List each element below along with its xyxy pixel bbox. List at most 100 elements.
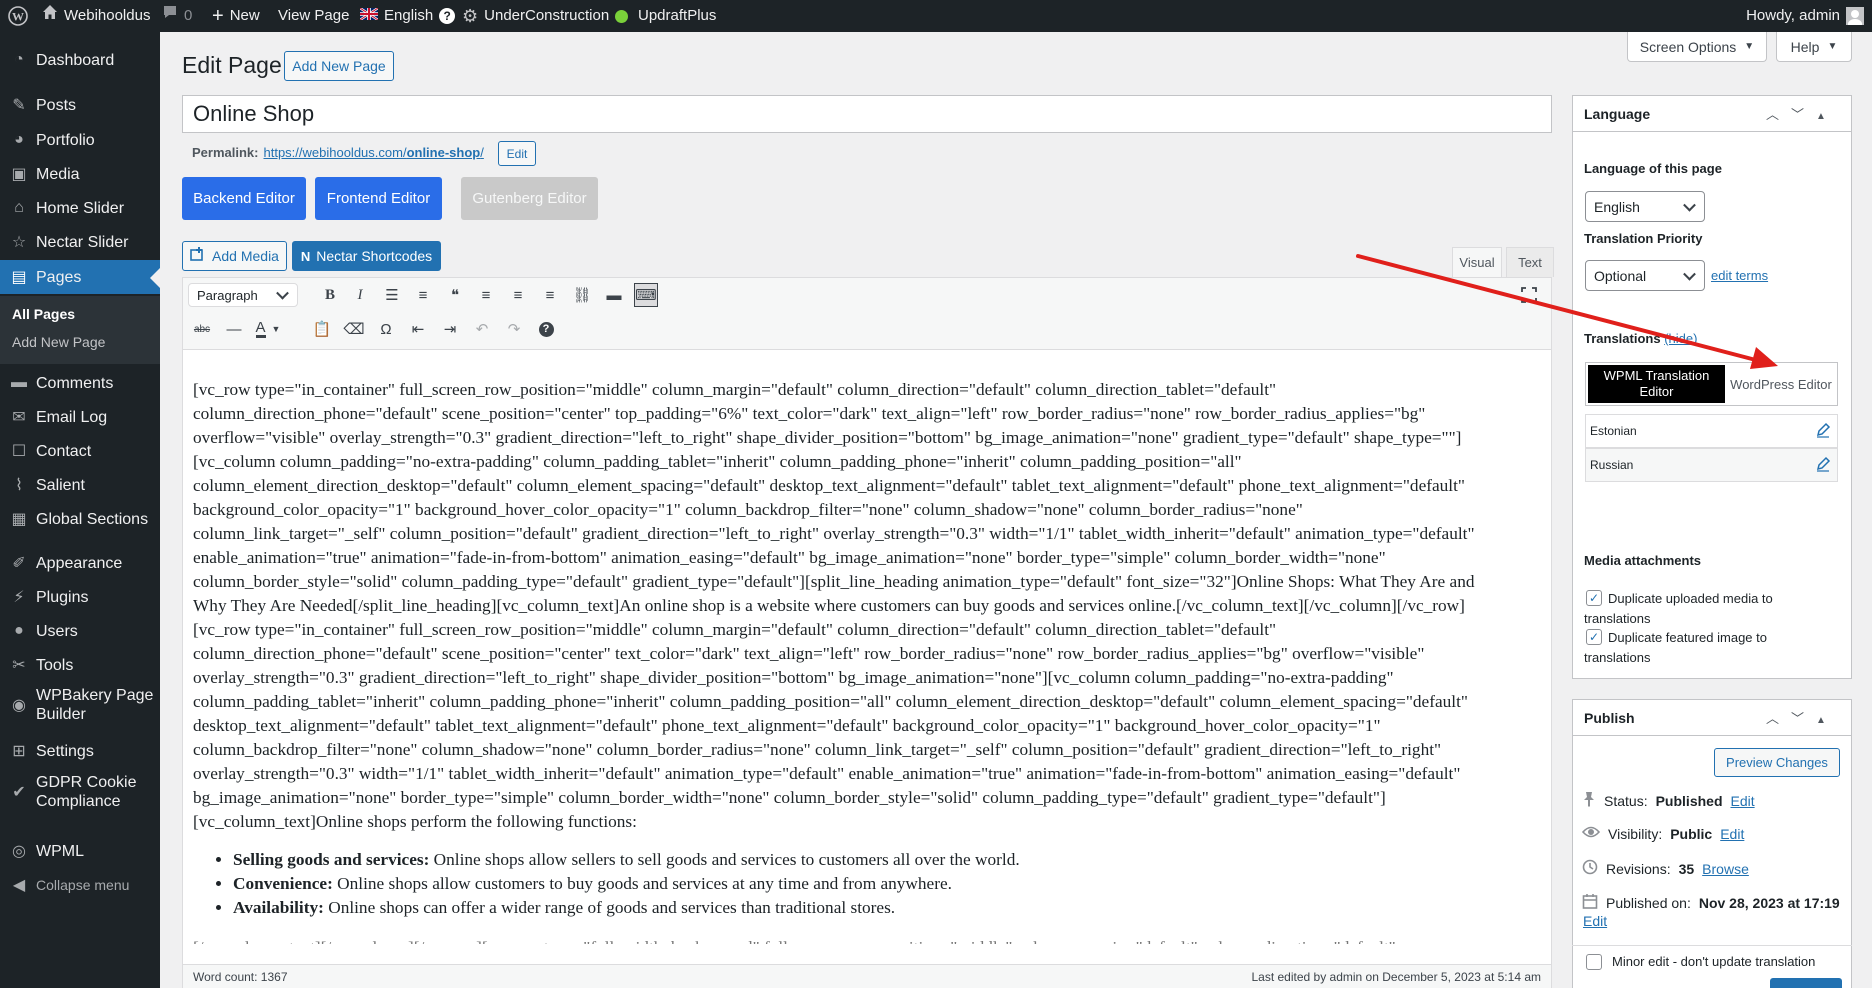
duplicate-media-label: Duplicate uploaded media to translations — [1584, 591, 1773, 626]
align-center-icon[interactable]: ≡ — [506, 283, 530, 307]
align-left-icon[interactable]: ≡ — [474, 283, 498, 307]
submenu-add-new-page[interactable]: Add New Page — [12, 334, 105, 350]
minor-edit-checkbox[interactable] — [1586, 954, 1602, 970]
edit-terms-link[interactable]: edit terms — [1711, 268, 1768, 283]
sidebar-item-collapse-menu[interactable]: ◀ Collapse menu — [0, 868, 160, 902]
format-select[interactable]: Paragraph — [188, 283, 298, 307]
keyboard-help-icon[interactable]: ? — [534, 317, 558, 341]
horizontal-line-icon[interactable]: — — [222, 317, 246, 341]
gutenberg-editor-button[interactable]: Gutenberg Editor — [461, 177, 598, 220]
chevron-up-icon[interactable]: ︿ — [1766, 711, 1791, 726]
preview-changes-button[interactable]: Preview Changes — [1714, 748, 1840, 777]
sidebar-item-settings[interactable]: ⊞ Settings — [0, 734, 160, 768]
comments-link[interactable]: 0 — [162, 0, 192, 32]
browse-revisions-link[interactable]: Browse — [1702, 861, 1749, 877]
bullet-list-icon[interactable]: ☰ — [380, 283, 404, 307]
status-dot-icon — [615, 9, 629, 23]
visibility-edit-link[interactable]: Edit — [1720, 826, 1744, 842]
editor-content[interactable]: [vc_row type="in_container" full_screen_… — [183, 350, 1551, 944]
pencil-icon[interactable] — [1815, 422, 1831, 443]
link-icon[interactable]: ⛓ — [570, 283, 594, 307]
svg-text:W: W — [12, 10, 24, 24]
sidebar-item-tools[interactable]: ✂ Tools — [0, 648, 160, 682]
sidebar-item-gdpr-cookie-compliance[interactable]: ✔ GDPR Cookie Compliance — [0, 770, 160, 814]
view-page-link[interactable]: View Page — [278, 0, 349, 32]
sidebar-item-users[interactable]: ● Users — [0, 614, 160, 648]
toggle-icon[interactable]: ▲ — [1816, 111, 1838, 122]
toggle-icon[interactable]: ▲ — [1816, 715, 1838, 726]
box-controls[interactable]: ︿﹀▲ — [1766, 104, 1838, 123]
chevron-up-icon[interactable]: ︿ — [1766, 107, 1791, 122]
published-on-edit-link[interactable]: Edit — [1583, 913, 1607, 929]
permalink-link[interactable]: https://webihooldus.com/online-shop/ — [263, 145, 483, 160]
submenu-all-pages[interactable]: All Pages — [12, 306, 75, 322]
account-menu[interactable]: Howdy, admin — [1746, 0, 1864, 32]
tab-visual[interactable]: Visual — [1452, 247, 1502, 277]
sidebar-item-salient[interactable]: ⌇ Salient — [0, 468, 160, 502]
updraftplus-link[interactable]: UpdraftPlus — [638, 0, 716, 32]
translation-priority-select[interactable]: Optional — [1585, 260, 1705, 291]
sidebar-item-wpml[interactable]: ◎ WPML — [0, 834, 160, 868]
redo-icon[interactable]: ↷ — [502, 317, 526, 341]
sidebar-item-media[interactable]: ▣ Media — [0, 157, 160, 191]
sidebar-item-dashboard[interactable]: ◔ Dashboard — [0, 43, 160, 77]
sidebar-item-portfolio[interactable]: ◕ Portfolio — [0, 123, 160, 157]
wpml-icon: ◎ — [12, 843, 26, 860]
screen-options-button[interactable]: Screen Options ▼ — [1627, 32, 1767, 62]
read-more-icon[interactable]: ▬ — [602, 283, 626, 307]
wordpress-editor-option[interactable]: WordPress Editor — [1727, 365, 1835, 403]
backend-editor-button[interactable]: Backend Editor — [182, 177, 306, 220]
permalink-edit-button[interactable]: Edit — [498, 141, 536, 166]
paste-text-icon[interactable]: 📋 — [310, 317, 334, 341]
sidebar-item-contact[interactable]: ☐ Contact — [0, 434, 160, 468]
sidebar-item-label: Dashboard — [36, 51, 115, 69]
add-media-button[interactable]: Add Media — [182, 241, 287, 271]
sidebar-item-nectar-slider[interactable]: ☆ Nectar Slider — [0, 225, 160, 259]
new-content-link[interactable]: + New — [212, 0, 260, 32]
update-button[interactable] — [1770, 978, 1842, 988]
sidebar-item-posts[interactable]: ✎ Posts — [0, 88, 160, 122]
blockquote-icon[interactable]: ❝ — [443, 283, 467, 307]
chevron-down-icon[interactable]: ﹀ — [1791, 107, 1816, 122]
sidebar-item-comments[interactable]: ▬ Comments — [0, 366, 160, 400]
sidebar-item-pages[interactable]: ▤ Pages — [0, 260, 160, 294]
add-new-page-button[interactable]: Add New Page — [284, 51, 394, 81]
published-on-row: Published on: Nov 28, 2023 at 17:19 — [1582, 893, 1840, 912]
chevron-down-icon[interactable]: ﹀ — [1791, 711, 1816, 726]
language-switcher[interactable]: English ? — [359, 0, 456, 32]
sidebar-item-appearance[interactable]: ✐ Appearance — [0, 546, 160, 580]
hide-translations-link[interactable]: (hide) — [1664, 331, 1697, 346]
special-char-icon[interactable]: Ω — [374, 317, 398, 341]
clear-format-icon[interactable]: ⌫ — [342, 317, 366, 341]
fullscreen-icon[interactable] — [1517, 283, 1541, 307]
undo-icon[interactable]: ↶ — [470, 317, 494, 341]
outdent-icon[interactable]: ⇤ — [406, 317, 430, 341]
frontend-editor-button[interactable]: Frontend Editor — [315, 177, 442, 220]
title-input[interactable]: Online Shop — [182, 95, 1552, 133]
numbered-list-icon[interactable]: ≡ — [411, 283, 435, 307]
help-button[interactable]: Help ▼ — [1776, 32, 1852, 62]
indent-icon[interactable]: ⇥ — [438, 317, 462, 341]
site-name-link[interactable]: Webihooldus — [42, 0, 150, 32]
pencil-icon[interactable] — [1815, 456, 1831, 477]
under-construction-link[interactable]: ⚙ UnderConstruction — [462, 0, 629, 32]
wpml-translation-editor-option[interactable]: WPML Translation Editor — [1588, 365, 1725, 403]
toolbar-toggle-icon[interactable]: ⌨ — [634, 283, 658, 307]
strikethrough-icon[interactable]: abc — [190, 317, 214, 341]
sidebar-item-plugins[interactable]: ⚡ Plugins — [0, 580, 160, 614]
nectar-shortcodes-button[interactable]: N Nectar Shortcodes — [292, 241, 441, 271]
sidebar-item-home-slider[interactable]: ⌂ Home Slider — [0, 191, 160, 225]
sidebar-item-global-sections[interactable]: ▦ Global Sections — [0, 502, 160, 536]
bold-icon[interactable]: B — [318, 283, 342, 307]
text-color-icon[interactable]: A ▼ — [255, 317, 280, 341]
align-right-icon[interactable]: ≡ — [538, 283, 562, 307]
sidebar-item-email-log[interactable]: ✉ Email Log — [0, 400, 160, 434]
sidebar-item-wpbakery-page-builder[interactable]: ◉ WPBakery Page Builder — [0, 683, 160, 727]
status-edit-link[interactable]: Edit — [1731, 793, 1755, 809]
tab-text[interactable]: Text — [1506, 247, 1554, 277]
sidebar-item-label: Settings — [36, 742, 94, 760]
italic-icon[interactable]: I — [348, 283, 372, 307]
wordpress-logo-icon[interactable]: W — [8, 0, 28, 32]
publish-box-controls[interactable]: ︿﹀▲ — [1766, 708, 1838, 727]
language-select[interactable]: English — [1585, 191, 1705, 222]
